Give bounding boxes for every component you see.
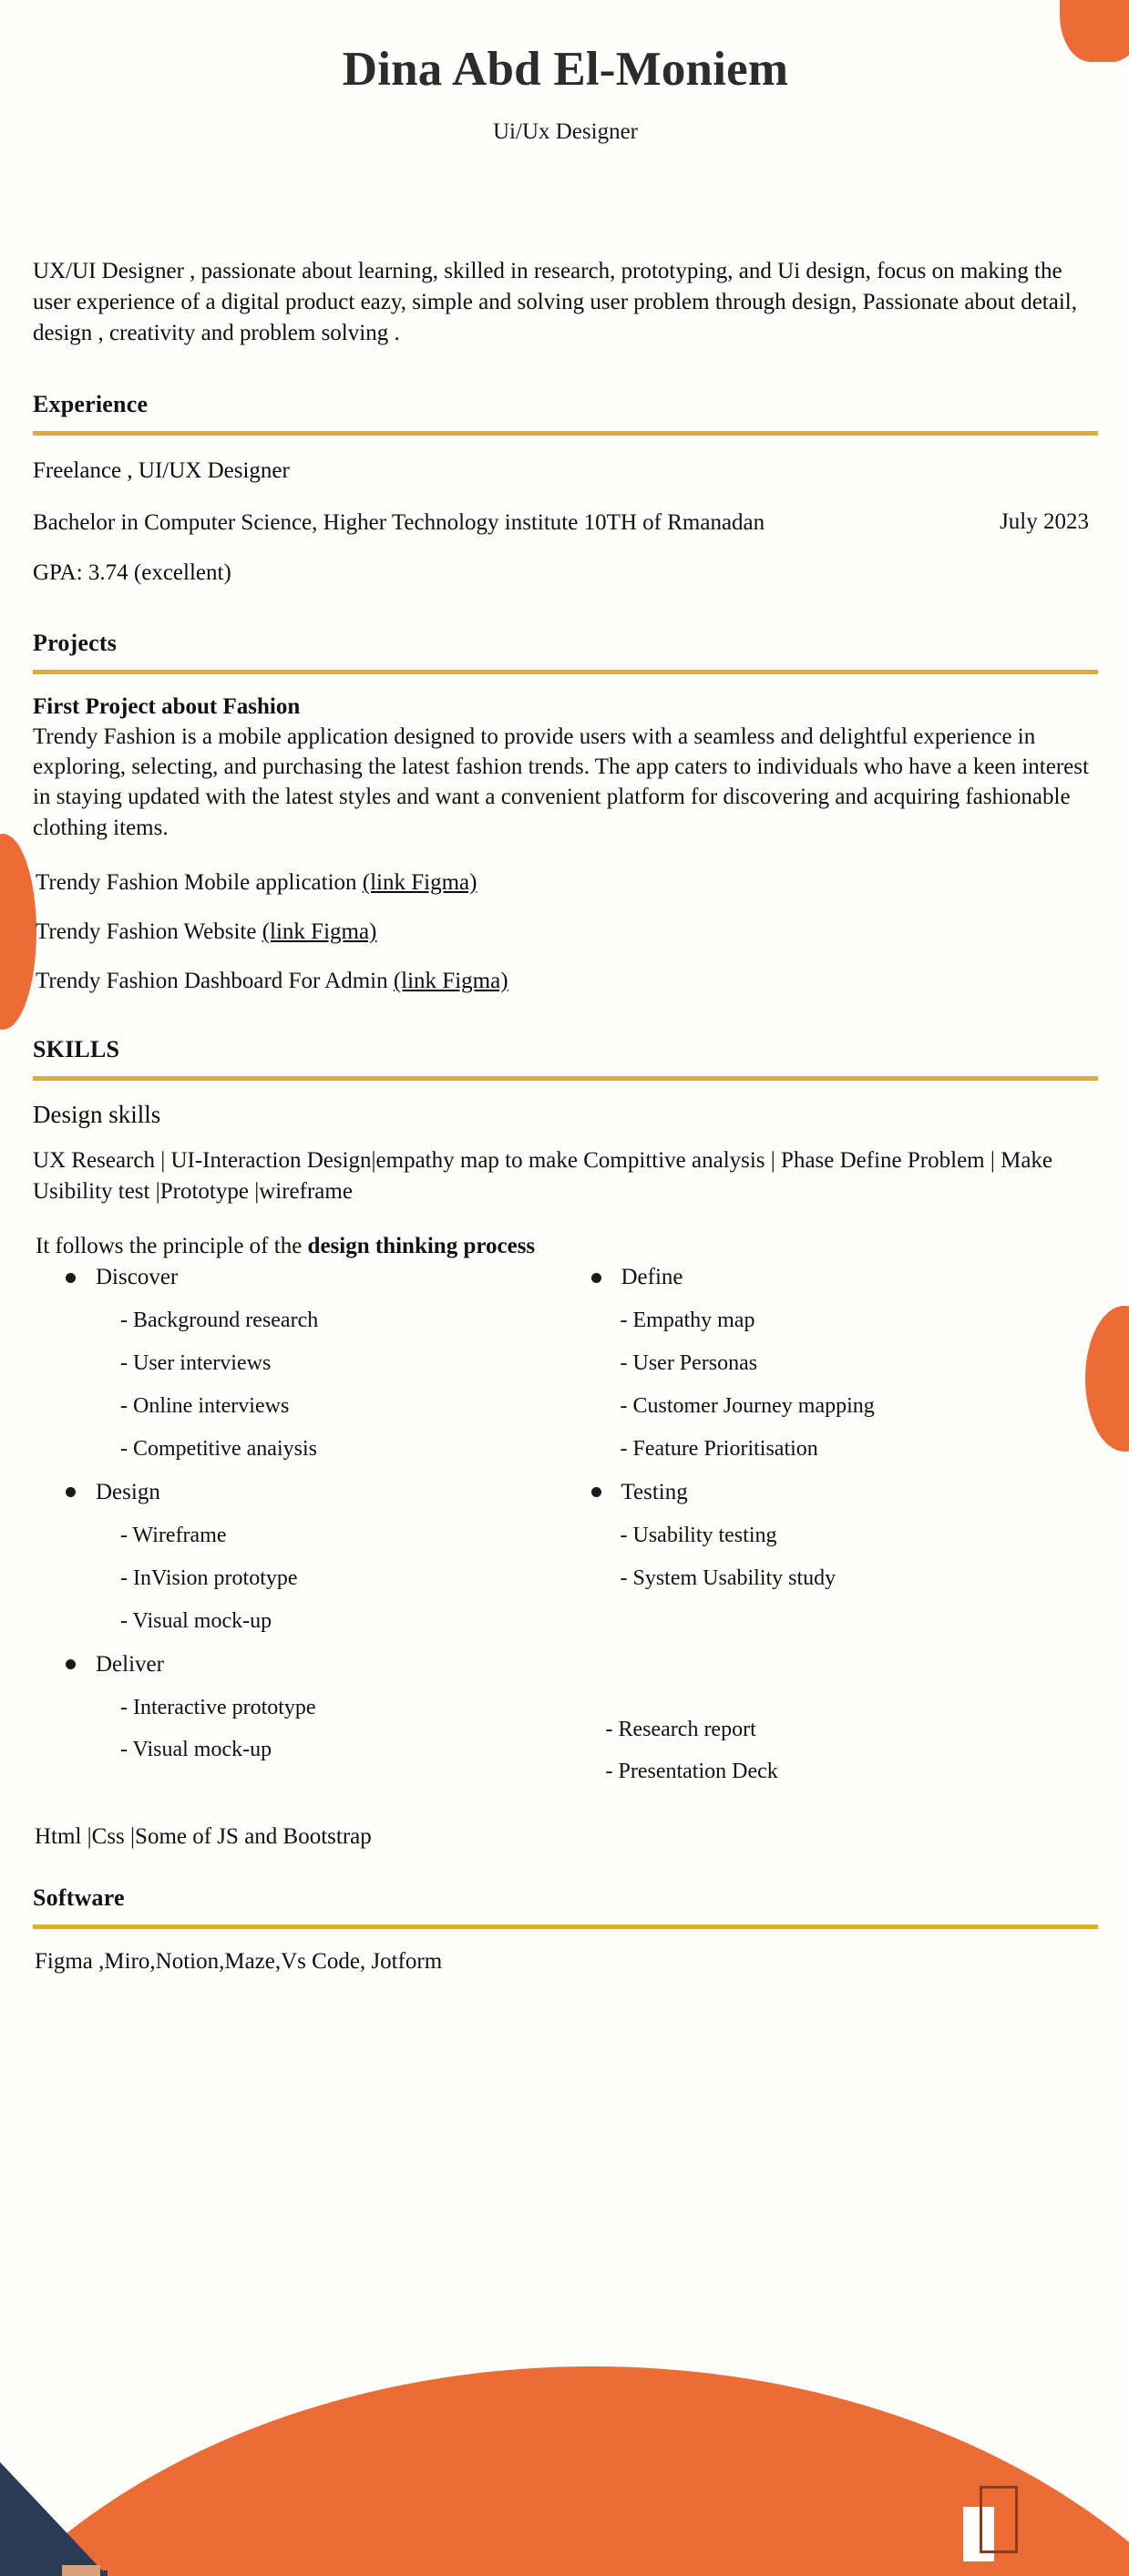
bullet-icon <box>66 1272 76 1283</box>
project-link-row: Trendy Fashion Website (link Figma) <box>33 919 1098 945</box>
list-item: - Interactive prototype <box>120 1695 316 1719</box>
design-thinking-cell-design: Design - Wireframe - InVision prototype … <box>33 1480 566 1652</box>
phase-label: Testing <box>621 1479 688 1504</box>
section-experience: Experience Freelance , UI/UX Designer Ba… <box>33 391 1098 588</box>
section-heading-skills: SKILLS <box>33 1035 120 1062</box>
list-item: - System Usability study <box>620 1565 836 1590</box>
list-item: - User interviews <box>120 1351 272 1376</box>
section-heading-experience: Experience <box>33 390 149 417</box>
section-skills: SKILLS Design skills UX Research | UI-In… <box>33 1036 1098 1850</box>
resume-header: Dina Abd El-Moniem Ui/Ux Designer <box>33 0 1098 145</box>
list-item: - User Personas <box>620 1351 758 1376</box>
design-thinking-items: - Wireframe - InVision prototype - Visua… <box>33 1524 566 1634</box>
software-list: Figma ,Miro,Notion,Maze,Vs Code, Jotform <box>35 1949 443 1975</box>
list-item: - Online interviews <box>120 1394 290 1419</box>
phase-label: Discover <box>96 1265 179 1290</box>
figma-link[interactable]: (link Figma) <box>394 969 508 993</box>
design-thinking-items: - Empathy map - User Personas - Customer… <box>566 1309 1099 1462</box>
white-rectangle-accent <box>963 2507 994 2561</box>
design-thinking-cell-deliver-extra: - Research report - Presentation Deck <box>566 1652 1099 1803</box>
list-item: - Feature Prioritisation <box>620 1437 818 1462</box>
outlined-rectangle-accent <box>980 2486 1018 2553</box>
bullet-icon <box>66 1487 76 1498</box>
orange-footer-curve <box>0 2366 1129 2576</box>
section-heading-software: Software <box>33 1884 125 1912</box>
design-thinking-cell-testing: Testing - Usability testing - System Usa… <box>566 1480 1099 1652</box>
list-item: - Background research <box>120 1309 319 1333</box>
list-item: - Research report <box>605 1717 756 1741</box>
section-divider-skills <box>33 1075 1098 1081</box>
profile-summary: UX/UI Designer , passionate about learni… <box>33 258 1077 345</box>
list-item: - Empathy map <box>620 1309 755 1333</box>
experience-date: July 2023 <box>1000 509 1089 535</box>
phase-label: Design <box>96 1479 160 1504</box>
bullet-icon <box>66 1659 76 1670</box>
section-projects: Projects First Project about Fashion Tre… <box>33 630 1098 994</box>
candidate-job-title: Ui/Ux Designer <box>493 118 638 144</box>
experience-degree: Bachelor in Computer Science, Higher Tec… <box>33 509 765 535</box>
list-item: - Presentation Deck <box>605 1760 778 1784</box>
section-heading-projects: Projects <box>33 629 118 656</box>
design-thinking-cell-deliver: Deliver - Interactive prototype - Visual… <box>33 1652 566 1803</box>
tan-footer-accent <box>62 2565 100 2576</box>
list-item: - InVision prototype <box>120 1565 298 1590</box>
resume-content: Dina Abd El-Moniem Ui/Ux Designer UX/UI … <box>0 0 1129 1975</box>
design-thinking-items: - Research report - Presentation Deck <box>566 1718 1099 1785</box>
section-divider-projects <box>33 669 1098 674</box>
project-link-label: Trendy Fashion Dashboard For Admin <box>36 968 394 993</box>
list-item: - Visual mock-up <box>120 1738 272 1762</box>
web-skills: Html |Css |Some of JS and Bootstrap <box>35 1824 372 1850</box>
list-item: - Customer Journey mapping <box>620 1394 875 1419</box>
design-thinking-items: - Usability testing - System Usability s… <box>566 1524 1099 1591</box>
resume-page: Dina Abd El-Moniem Ui/Ux Designer UX/UI … <box>0 0 1129 2576</box>
experience-gpa: GPA: 3.74 (excellent) <box>33 559 231 585</box>
section-divider-experience <box>33 430 1098 436</box>
section-divider-software <box>33 1924 1098 1930</box>
principle-prefix: It follows the principle of the <box>36 1234 308 1259</box>
design-skills-text: UX Research | UI-Interaction Design|empa… <box>33 1147 1053 1204</box>
design-thinking-phase-head: Testing <box>566 1480 1099 1505</box>
design-thinking-cell-define: Define - Empathy map - User Personas - C… <box>566 1265 1099 1480</box>
project-description: Trendy Fashion is a mobile application d… <box>33 724 1089 840</box>
phase-label: Deliver <box>96 1651 164 1677</box>
design-thinking-principle: It follows the principle of the design t… <box>33 1234 1098 1259</box>
project-link-row: Trendy Fashion Dashboard For Admin (link… <box>33 969 1098 994</box>
design-thinking-phase-head: Deliver <box>33 1652 566 1678</box>
design-thinking-items: - Interactive prototype - Visual mock-up <box>33 1696 566 1763</box>
bullet-icon <box>590 1272 601 1283</box>
bullet-icon <box>590 1487 601 1498</box>
design-skills-label: Design skills <box>33 1100 161 1128</box>
list-item: - Visual mock-up <box>120 1608 272 1633</box>
project-link-label: Trendy Fashion Website <box>36 919 262 944</box>
design-thinking-grid: Discover - Background research - User in… <box>33 1265 1098 1802</box>
principle-bold: design thinking process <box>307 1234 536 1259</box>
navy-footer-triangle <box>0 2462 108 2576</box>
phase-label: Define <box>621 1265 683 1290</box>
navy-footer-base <box>0 2571 108 2576</box>
list-item: - Usability testing <box>620 1523 777 1547</box>
experience-role: Freelance , UI/UX Designer <box>33 457 290 483</box>
figma-link[interactable]: (link Figma) <box>363 870 477 895</box>
design-thinking-cell-discover: Discover - Background research - User in… <box>33 1265 566 1480</box>
experience-education-row: Bachelor in Computer Science, Higher Tec… <box>33 508 1098 538</box>
design-thinking-phase-head: Discover <box>33 1265 566 1290</box>
list-item: - Competitive anaiysis <box>120 1437 317 1462</box>
candidate-name: Dina Abd El-Moniem <box>342 43 789 96</box>
project-title: First Project about Fashion <box>33 693 301 719</box>
list-item: - Wireframe <box>120 1523 227 1547</box>
project-link-label: Trendy Fashion Mobile application <box>36 869 363 895</box>
section-software: Software Figma ,Miro,Notion,Maze,Vs Code… <box>33 1884 1098 1975</box>
figma-link[interactable]: (link Figma) <box>262 919 377 944</box>
project-link-row: Trendy Fashion Mobile application (link … <box>33 870 1098 896</box>
design-thinking-phase-head: Design <box>33 1480 566 1505</box>
design-thinking-items: - Background research - User interviews … <box>33 1309 566 1462</box>
design-thinking-phase-head: Define <box>566 1265 1099 1290</box>
